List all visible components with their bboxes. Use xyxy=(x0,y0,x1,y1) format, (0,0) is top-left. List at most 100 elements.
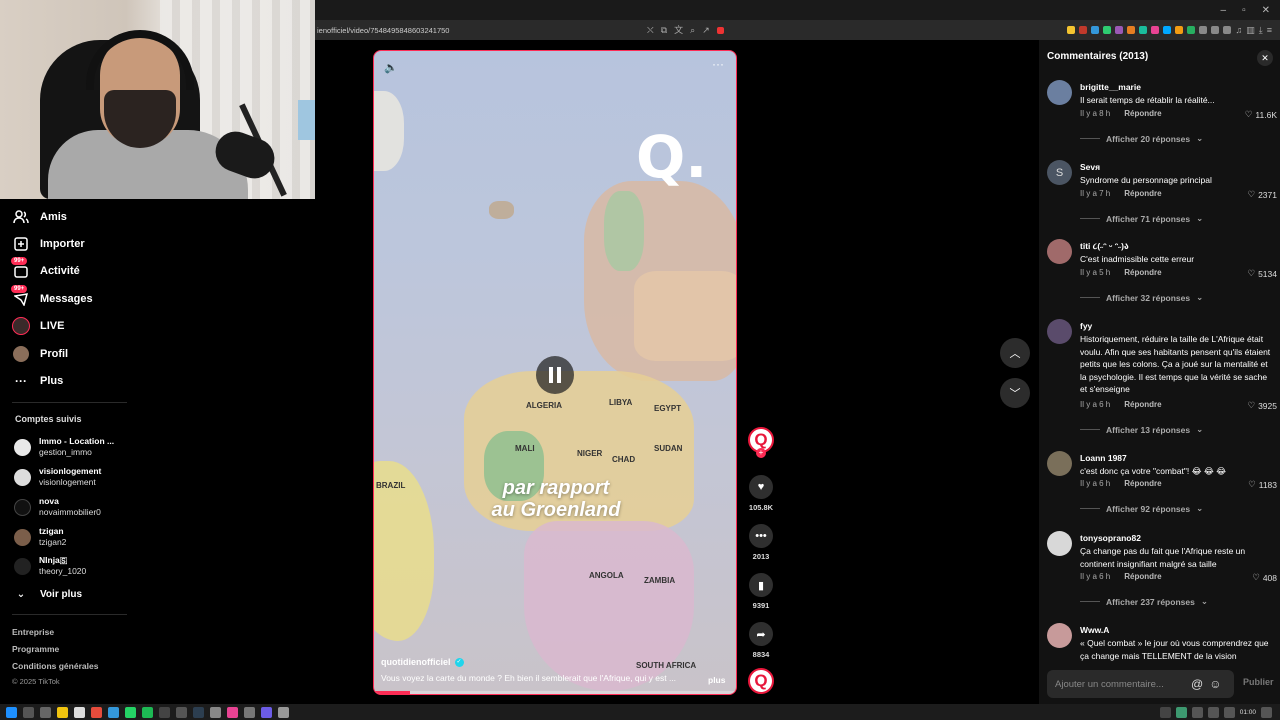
close-comments-button[interactable]: ✕ xyxy=(1257,50,1273,66)
sidebar-item-activite[interactable]: 99+ Activité xyxy=(11,257,80,279)
no-camera-icon[interactable]: ⛌ xyxy=(647,25,654,35)
reply-button[interactable]: Répondre xyxy=(1124,479,1161,488)
sidebar-item-live[interactable]: LIVE xyxy=(12,317,64,335)
sidebar-icon[interactable]: ▥ xyxy=(1246,25,1255,35)
followed-account[interactable]: tzigan tzigan2 xyxy=(14,526,66,548)
clock[interactable]: 01:00 xyxy=(1240,709,1256,716)
followed-account[interactable]: NInja🇸 theory_1020 xyxy=(14,555,86,577)
task-view-icon[interactable] xyxy=(40,706,51,718)
comment-user[interactable]: brigitte__marie xyxy=(1080,82,1141,92)
sidebar-item-profil[interactable]: Profil xyxy=(12,346,68,362)
windows-start-icon[interactable] xyxy=(6,706,17,718)
address-bar[interactable]: ienofficiel/video/7548495848603241750 ⛌ … xyxy=(315,20,1280,40)
comment-input-box[interactable]: @ ☺ xyxy=(1047,670,1234,698)
taskbar-app-icon[interactable] xyxy=(176,706,187,718)
minimize-icon[interactable]: – xyxy=(1221,5,1227,16)
video-progress-bar[interactable] xyxy=(374,691,736,694)
comment-user[interactable]: fyy xyxy=(1080,321,1092,331)
tray-icon[interactable] xyxy=(1159,706,1171,718)
publish-button[interactable]: Publier xyxy=(1243,677,1274,687)
taskbar-app-icon[interactable] xyxy=(227,706,238,718)
taskbar-app-icon[interactable] xyxy=(278,706,289,718)
extension-icon[interactable] xyxy=(1199,26,1208,34)
taskbar-app-icon[interactable] xyxy=(159,706,170,718)
extension-icon[interactable] xyxy=(1187,26,1196,34)
wifi-icon[interactable] xyxy=(1207,706,1219,718)
creator-avatar-button[interactable]: Q + xyxy=(748,427,774,458)
extension-icon[interactable] xyxy=(1127,26,1136,34)
tray-icon[interactable] xyxy=(1175,706,1187,718)
avatar[interactable]: S xyxy=(1047,160,1072,185)
sidebar-item-messages[interactable]: 99+ Messages xyxy=(11,285,93,307)
extension-icon[interactable] xyxy=(1103,26,1112,34)
caption-more-button[interactable]: plus xyxy=(708,675,725,685)
spotify-icon[interactable] xyxy=(142,706,153,718)
comment-user[interactable]: tonysoprano82 xyxy=(1080,533,1141,543)
file-explorer-icon[interactable] xyxy=(57,706,68,718)
steam-icon[interactable] xyxy=(193,706,204,718)
taskbar-app-icon[interactable] xyxy=(108,706,119,718)
share-button[interactable]: ➦ 8834 xyxy=(748,622,774,659)
avatar[interactable] xyxy=(1047,239,1072,264)
volume-tray-icon[interactable] xyxy=(1223,706,1235,718)
close-window-icon[interactable]: ✕ xyxy=(1262,5,1270,16)
extension-icon[interactable] xyxy=(1163,26,1172,34)
followed-account[interactable]: visionlogement visionlogement xyxy=(14,466,101,488)
next-video-button[interactable]: ﹀ xyxy=(1000,378,1030,408)
extension-icon[interactable] xyxy=(1211,26,1220,34)
brave-browser-icon[interactable] xyxy=(91,706,102,718)
comment-like-button[interactable]: ♡ 2371 xyxy=(1247,189,1277,200)
reply-button[interactable]: Répondre xyxy=(1124,268,1161,277)
comment-like-button[interactable]: ♡ 5134 xyxy=(1247,268,1277,279)
footer-link-entreprise[interactable]: Entreprise xyxy=(12,627,54,637)
comment-like-button[interactable]: ♡ 11.6K xyxy=(1245,109,1277,120)
search-icon[interactable] xyxy=(23,706,34,718)
extension-icon[interactable] xyxy=(1115,26,1124,34)
followed-account[interactable]: Immo - Location ... gestion_immo xyxy=(14,436,114,458)
avatar[interactable] xyxy=(1047,451,1072,476)
reply-button[interactable]: Répondre xyxy=(1124,572,1161,581)
follow-plus-icon[interactable]: + xyxy=(756,448,766,458)
comment-like-button[interactable]: ♡ 408 xyxy=(1252,572,1277,583)
see-more-button[interactable]: ⌄ Voir plus xyxy=(12,586,82,602)
comment-user[interactable]: Loann 1987 xyxy=(1080,453,1127,463)
extension-icon[interactable] xyxy=(1091,26,1100,34)
menu-icon[interactable]: ≡ xyxy=(1267,25,1272,35)
mention-icon[interactable]: @ xyxy=(1191,677,1203,691)
sidebar-item-amis[interactable]: Amis xyxy=(12,209,67,225)
pause-button[interactable] xyxy=(536,356,574,394)
volume-icon[interactable]: 🔈 xyxy=(384,61,398,74)
show-replies-button[interactable]: Afficher 32 réponses ⌄ xyxy=(1080,292,1203,303)
reply-button[interactable]: Répondre xyxy=(1124,109,1161,118)
reply-button[interactable]: Répondre xyxy=(1124,400,1161,409)
sidebar-item-importer[interactable]: Importer xyxy=(12,236,85,252)
music-disc-button[interactable]: Q xyxy=(748,668,774,694)
comment-like-button[interactable]: ♡ 3925 xyxy=(1247,400,1277,411)
followed-account[interactable]: nova novaimmobilier0 xyxy=(14,496,101,518)
footer-link-conditions[interactable]: Conditions générales xyxy=(12,661,98,671)
show-replies-button[interactable]: Afficher 13 réponses ⌄ xyxy=(1080,424,1203,435)
footer-link-programme[interactable]: Programme xyxy=(12,644,59,654)
music-icon[interactable]: ♫ xyxy=(1235,25,1242,35)
like-button[interactable]: ♥ 105.8K xyxy=(748,475,774,512)
extension-icon[interactable] xyxy=(1223,26,1232,34)
comment-like-button[interactable]: ♡ 1183 xyxy=(1248,479,1277,490)
extension-icon[interactable] xyxy=(1079,26,1088,34)
notifications-icon[interactable] xyxy=(1261,706,1272,718)
previous-video-button[interactable]: ︿ xyxy=(1000,338,1030,368)
comment-user[interactable]: Sevя xyxy=(1080,162,1100,172)
taskbar-app-icon[interactable] xyxy=(261,706,272,718)
comment-user[interactable]: titi ૮(˶ᵔ ᵕ ᵔ˶)ა xyxy=(1080,241,1129,252)
avatar[interactable] xyxy=(1047,623,1072,648)
video-author[interactable]: quotidienofficiel ✓ xyxy=(381,657,464,667)
show-replies-button[interactable]: Afficher 71 réponses ⌄ xyxy=(1080,213,1203,224)
avatar[interactable] xyxy=(1047,531,1072,556)
taskbar-app-icon[interactable] xyxy=(244,706,255,718)
comment-button[interactable]: ••• 2013 xyxy=(748,524,774,561)
show-replies-button[interactable]: Afficher 92 réponses ⌄ xyxy=(1080,503,1203,514)
save-button[interactable]: ▮ 9391 xyxy=(748,573,774,610)
taskbar-app-icon[interactable] xyxy=(210,706,221,718)
whatsapp-icon[interactable] xyxy=(125,706,136,718)
translate-icon[interactable]: 文 xyxy=(674,25,683,35)
reply-button[interactable]: Répondre xyxy=(1124,189,1161,198)
